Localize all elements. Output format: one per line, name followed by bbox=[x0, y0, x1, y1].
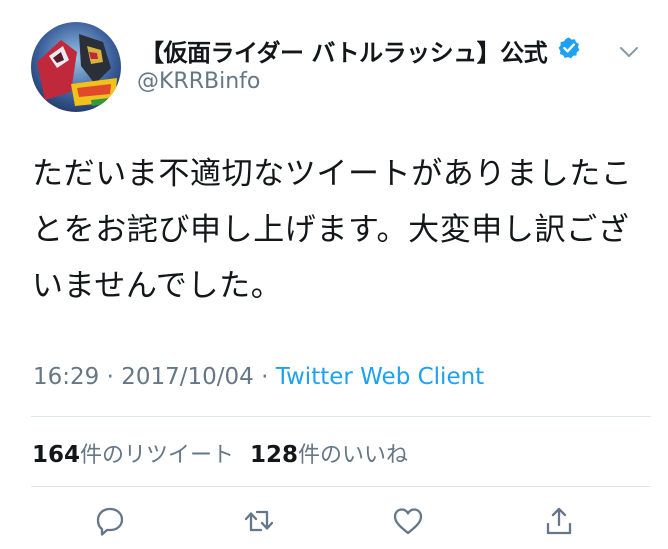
like-label: 件のいいね bbox=[298, 443, 409, 468]
tweet-date[interactable]: 2017/10/04 bbox=[121, 364, 254, 390]
reply-icon[interactable] bbox=[94, 505, 126, 537]
retweet-label: 件のリツイート bbox=[80, 443, 235, 468]
heart-icon[interactable] bbox=[392, 505, 424, 537]
retweet-icon[interactable] bbox=[243, 505, 275, 537]
tweet-text: ただいま不適切なツイートがありましたことをお詫び申し上げます。大変申し訳ございま… bbox=[32, 156, 633, 304]
like-stat[interactable]: 128件のいいね bbox=[250, 442, 409, 468]
meta-separator: · bbox=[253, 364, 276, 390]
tweet-source[interactable]: Twitter Web Client bbox=[276, 364, 484, 390]
share-icon[interactable] bbox=[543, 505, 575, 537]
display-name[interactable]: 【仮面ライダー バトルラッシュ】公式 bbox=[140, 33, 548, 68]
avatar[interactable] bbox=[31, 22, 121, 112]
tweet-stats: 164件のリツイート 128件のいいね bbox=[32, 437, 408, 469]
user-handle[interactable]: @KRRBinfo bbox=[137, 69, 260, 94]
like-count: 128 bbox=[250, 442, 299, 468]
meta-separator: · bbox=[99, 364, 122, 390]
tweet-card: 【仮面ライダー バトルラッシュ】公式 @KRRBinfo ただいま不適切なツイー… bbox=[0, 0, 668, 549]
divider bbox=[31, 416, 651, 417]
tweet-meta: 16:29 · 2017/10/04 · Twitter Web Client bbox=[33, 364, 484, 390]
retweet-count: 164 bbox=[32, 442, 81, 468]
divider bbox=[31, 486, 651, 487]
verified-badge-icon bbox=[558, 37, 580, 59]
retweet-stat[interactable]: 164件のリツイート bbox=[32, 442, 235, 468]
chevron-down-icon[interactable] bbox=[618, 41, 640, 63]
tweet-time[interactable]: 16:29 bbox=[33, 364, 99, 390]
